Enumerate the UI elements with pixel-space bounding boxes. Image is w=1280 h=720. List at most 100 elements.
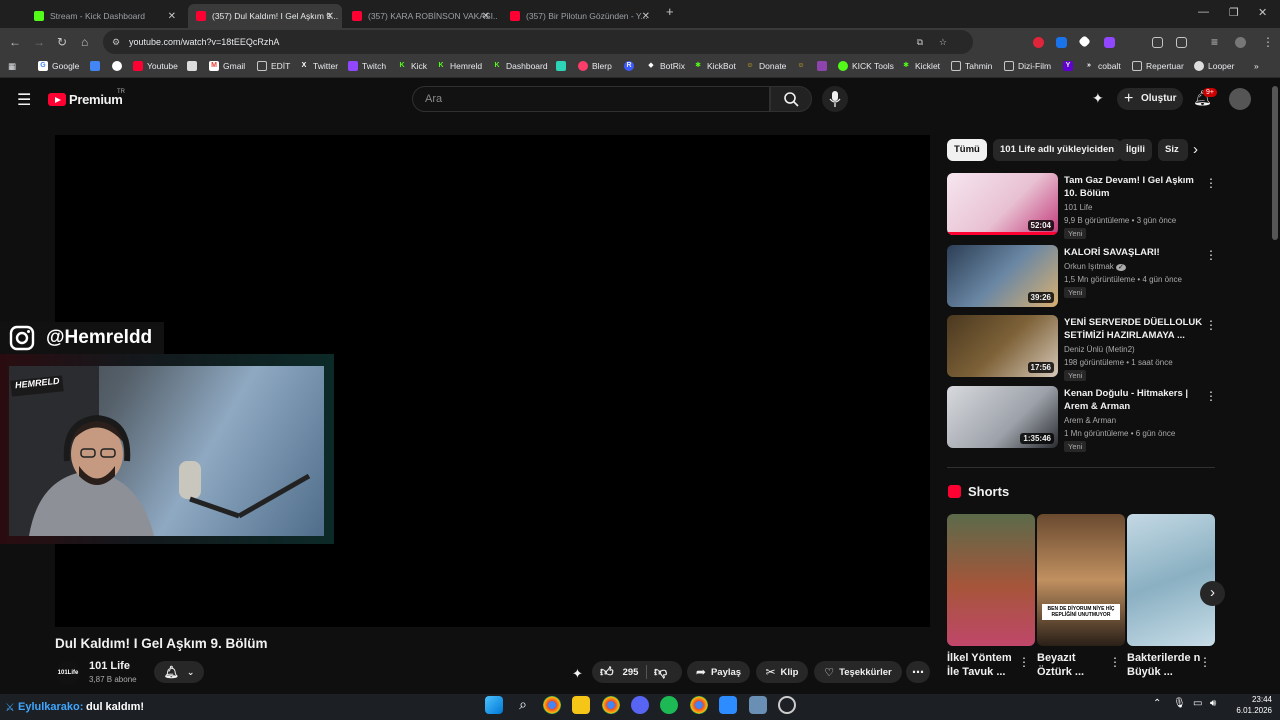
back-icon[interactable]: ← <box>9 35 21 49</box>
rec-thumbnail[interactable]: 1:35:46 <box>947 386 1058 448</box>
install-icon[interactable]: ⧉ <box>917 30 923 54</box>
bookmark-dashboard[interactable]: K Dashboard <box>492 61 547 71</box>
more-icon[interactable]: ⋮ <box>1018 655 1030 669</box>
short-title[interactable]: Beyazıt Öztürk ... <box>1037 651 1112 679</box>
extension-blue-icon[interactable] <box>1056 37 1067 48</box>
bookmark-kicklet[interactable]: ✱ Kicklet <box>901 61 940 71</box>
file-explorer-icon[interactable] <box>572 696 590 714</box>
rec-title[interactable]: Tam Gaz Devam! I Gel Aşkım 10. Bölüm <box>1064 174 1204 200</box>
search-icon[interactable]: ⌕ <box>514 696 532 714</box>
bookmark-youtube[interactable]: Youtube <box>133 61 178 71</box>
windows-start-icon[interactable] <box>485 696 503 714</box>
voice-search-button[interactable] <box>822 86 848 112</box>
extension-diamond-icon[interactable] <box>1078 35 1091 48</box>
menu-icon[interactable]: ⋮ <box>1262 35 1274 49</box>
short-thumbnail[interactable] <box>1127 514 1215 646</box>
spotify-icon[interactable] <box>660 696 678 714</box>
short-thumbnail[interactable]: BEN DE DİYORUM NİYE HİÇ REPLİĞİNİ UNUTMU… <box>1037 514 1125 646</box>
rec-video[interactable]: 52:04 Tam Gaz Devam! I Gel Aşkım 10. Böl… <box>947 173 1217 239</box>
logo-text[interactable]: Premium <box>69 92 123 107</box>
tab-kara-robinson[interactable]: (357) KARA ROBİNSON VAKASI... ✕ <box>344 4 498 28</box>
rec-video[interactable]: 39:26 KALORİ SAVAŞLARI! Orkun Işıtmak ✓ … <box>947 245 1217 311</box>
bookmark-looper[interactable]: Looper <box>1194 61 1234 71</box>
bookmark-yahoo[interactable]: Y <box>1063 61 1077 71</box>
more-icon[interactable]: ⋮ <box>1109 655 1121 669</box>
discord-icon[interactable] <box>631 696 649 714</box>
more-icon[interactable]: ⋮ <box>1199 655 1211 669</box>
chip-for-you[interactable]: Siz <box>1158 139 1188 161</box>
puzzle-icon[interactable] <box>1176 37 1187 48</box>
chevron-right-icon[interactable]: › <box>1193 141 1198 158</box>
system-clock[interactable]: 23:44 6.01.2026 <box>1228 694 1272 716</box>
rec-channel[interactable]: 101 Life <box>1064 203 1092 212</box>
close-icon[interactable]: ✕ <box>168 11 176 22</box>
search-input[interactable]: Ara <box>412 86 770 112</box>
bookmark-donate[interactable]: ☺ Donate <box>745 61 786 71</box>
bookmark-gmail-img[interactable] <box>187 61 201 71</box>
bookmark-blerp[interactable]: Blerp <box>578 61 612 71</box>
bookmark-docs[interactable] <box>90 61 104 71</box>
short-title[interactable]: İlkel Yöntem İle Tavuk ... <box>947 651 1022 679</box>
close-window-button[interactable]: ✕ <box>1258 6 1267 19</box>
tab-current-video[interactable]: (357) Dul Kaldım! I Gel Aşkım 9... ✕ <box>188 4 342 28</box>
bookmark-hemreld[interactable]: K Hemreld <box>436 61 482 71</box>
bookmark-star-icon[interactable]: ☆ <box>939 30 947 54</box>
chip-from-uploader[interactable]: 101 Life adlı yükleyiciden <box>993 139 1122 161</box>
bookmark-repertuar[interactable]: Repertuar <box>1132 61 1184 71</box>
close-icon[interactable]: ✕ <box>326 11 334 22</box>
share-button[interactable]: ➦ Paylaş <box>687 661 750 683</box>
bookmark-purple[interactable] <box>817 61 831 71</box>
home-icon[interactable]: ⌂ <box>81 35 88 49</box>
extension-red-icon[interactable] <box>1033 37 1044 48</box>
volume-icon[interactable]: 🔊︎ <box>1210 698 1216 709</box>
rec-video[interactable]: 1:35:46 Kenan Doğulu - Hitmakers | Arem … <box>947 386 1217 452</box>
bookmark-kickbot[interactable]: ✱ KickBot <box>693 61 736 71</box>
chrome-icon[interactable] <box>602 696 620 714</box>
more-icon[interactable]: ⋮ <box>1205 176 1217 190</box>
create-button[interactable]: + Oluştur <box>1117 88 1183 110</box>
short-thumbnail[interactable] <box>947 514 1035 646</box>
sparkle-icon[interactable]: ✦ <box>572 666 583 682</box>
more-actions-button[interactable]: ⋯ <box>906 661 930 683</box>
page-scrollbar[interactable] <box>1272 86 1278 240</box>
close-icon[interactable]: ✕ <box>482 11 490 22</box>
bookmark-emoji[interactable]: ☺ <box>796 61 810 71</box>
bookmark-tahmin[interactable]: Tahmin <box>951 61 992 71</box>
new-tab-button[interactable]: + <box>666 4 674 19</box>
chevron-up-icon[interactable]: ⌃ <box>1153 698 1161 709</box>
app-icon[interactable] <box>719 696 737 714</box>
rec-thumbnail[interactable]: 39:26 <box>947 245 1058 307</box>
like-icon[interactable]: 👍︎ <box>600 664 614 680</box>
network-icon[interactable]: ▭ <box>1193 698 1202 709</box>
youtube-logo-icon[interactable] <box>48 93 66 106</box>
chrome-icon[interactable] <box>690 696 708 714</box>
rec-title[interactable]: YENİ SERVERDE DÜELLOLUK SETİMİZİ HAZIRLA… <box>1064 316 1204 342</box>
obs-icon[interactable] <box>778 696 796 714</box>
tab-pilot[interactable]: (357) Bir Pilotun Gözünden - Y... ✕ <box>502 4 658 28</box>
tab-kick-dashboard[interactable]: Stream - Kick Dashboard ✕ <box>26 4 184 28</box>
chip-related[interactable]: İlgili <box>1119 139 1152 161</box>
bookmark-streamer[interactable] <box>556 61 570 71</box>
extensions-tab-icon[interactable] <box>1152 37 1163 48</box>
site-info-icon[interactable]: ⚙ <box>112 30 120 54</box>
channel-avatar[interactable]: 101Life <box>56 661 80 685</box>
apps-icon[interactable]: ▦ <box>8 61 16 72</box>
short-title[interactable]: Bakterilerde n Büyük ... <box>1127 651 1202 679</box>
rec-title[interactable]: KALORİ SAVAŞLARI! <box>1064 246 1204 259</box>
minimize-button[interactable]: — <box>1198 6 1209 18</box>
bookmark-twitter[interactable]: X Twitter <box>299 61 338 71</box>
rec-channel[interactable]: Arem & Arman <box>1064 416 1116 425</box>
rec-thumbnail[interactable]: 17:56 <box>947 315 1058 377</box>
extension-purple-icon[interactable] <box>1104 37 1115 48</box>
bookmark-google[interactable]: G Google <box>38 61 79 71</box>
bookmark-dizi-film[interactable]: Dizi-Film <box>1004 61 1051 71</box>
rec-thumbnail[interactable]: 52:04 <box>947 173 1058 235</box>
account-avatar[interactable] <box>1229 88 1251 110</box>
clip-button[interactable]: ✂ Klip <box>756 661 808 683</box>
more-icon[interactable]: ⋮ <box>1205 248 1217 262</box>
mic-tray-icon[interactable]: 🎙︎ <box>1173 698 1186 709</box>
channel-name[interactable]: 101 Life <box>89 660 130 672</box>
bookmark-r[interactable]: R <box>624 61 638 71</box>
cast-icon[interactable]: ✦ <box>1092 90 1104 107</box>
bookmarks-overflow[interactable]: » <box>1254 61 1259 71</box>
